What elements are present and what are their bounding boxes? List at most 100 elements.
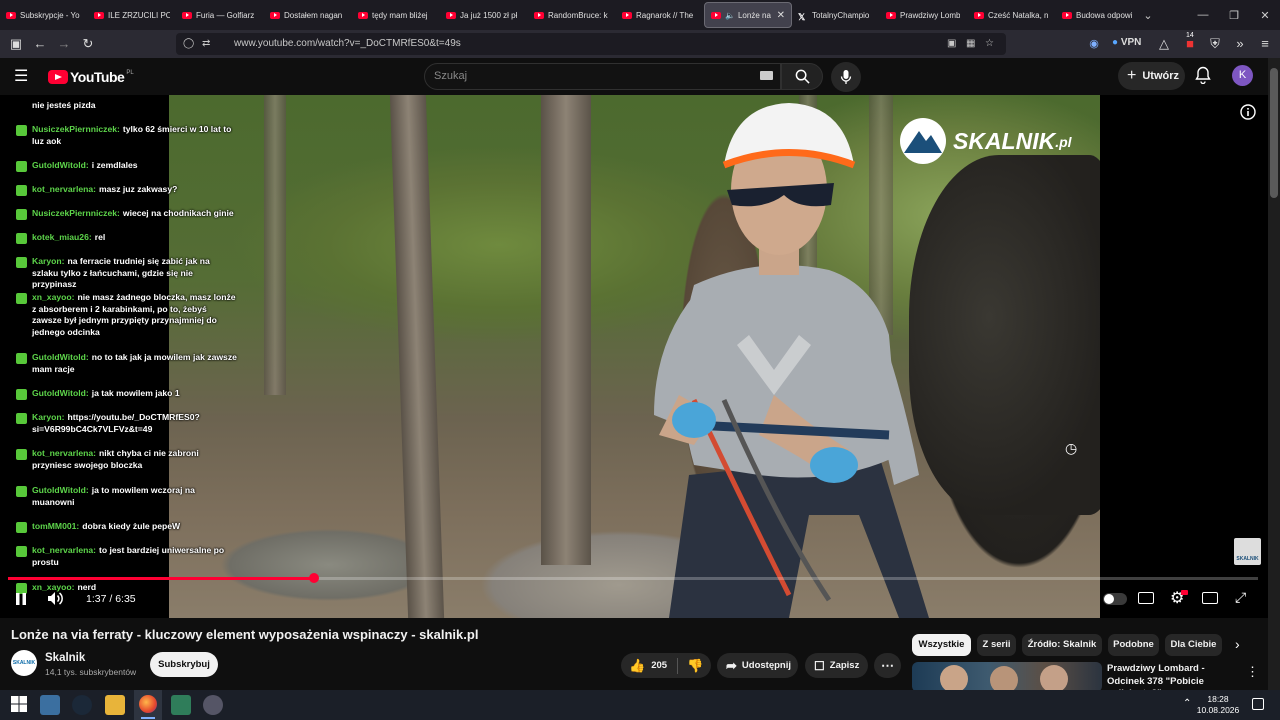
youtube-logo[interactable]: YouTube PL — [48, 69, 134, 85]
chip-related[interactable]: Podobne — [1108, 634, 1159, 656]
ublock-icon[interactable]: ⛨ — [1205, 34, 1225, 54]
channel-branding-watermark[interactable]: SKALNIK — [1234, 538, 1261, 565]
browser-tab[interactable]: 𝕏 TotalnyChampio — [792, 0, 880, 30]
fullscreen-icon[interactable]: ⤢ — [1235, 589, 1246, 606]
bookmark-star-icon[interactable]: ☆ — [985, 33, 994, 55]
create-button[interactable]: + Utwórz — [1118, 62, 1185, 90]
close-window-icon[interactable]: ✕ — [1249, 0, 1280, 30]
chip-for-you[interactable]: Dla Ciebie — [1165, 634, 1222, 656]
calculator-icon[interactable] — [171, 695, 191, 715]
hd-badge — [1181, 590, 1188, 595]
divider — [677, 657, 679, 674]
volume-icon[interactable] — [47, 591, 64, 609]
youtube-icon — [886, 11, 896, 19]
restore-icon[interactable]: ❐ — [1218, 0, 1250, 30]
youtube-icon — [711, 11, 721, 19]
scrollbar-thumb[interactable] — [1270, 68, 1278, 198]
browser-tab-strip: Subskrypcje - Yo ILE ZRZUCILI PO Furia —… — [0, 0, 1280, 30]
browser-tab[interactable]: Prawdziwy Lomb — [880, 0, 968, 30]
app-icon[interactable] — [203, 695, 223, 715]
browser-tab[interactable]: Ja już 1500 zł pł — [440, 0, 528, 30]
chip-all[interactable]: Wszystkie — [912, 634, 971, 656]
chevron-right-icon[interactable]: › — [1235, 636, 1240, 652]
video-player[interactable]: SKALNIK .pl ◷ SKALNIK nie jesteś pizda N… — [0, 95, 1268, 618]
taskbar-active-app[interactable] — [134, 690, 162, 720]
browser-tab[interactable]: Ragnarok // The — [616, 0, 704, 30]
voice-search-button[interactable] — [831, 62, 861, 92]
channel-name[interactable]: Skalnik — [45, 652, 85, 664]
tray-chevron-icon[interactable]: ⌃ — [1183, 698, 1191, 709]
recommendation-thumbnail[interactable] — [912, 662, 1102, 692]
search-input[interactable]: Szukaj — [424, 63, 781, 90]
browser-tab[interactable]: Subskrypcje - Yo — [0, 0, 88, 30]
privacy-shield-icon[interactable]: ◉ — [1084, 34, 1104, 54]
overflow-chevron-icon[interactable]: » — [1230, 34, 1250, 54]
subscribe-button[interactable]: Subskrybuj — [150, 652, 218, 677]
close-tab-icon[interactable]: ✕ — [777, 10, 785, 21]
url-bar[interactable]: ◯ ⇄ www.youtube.com/watch?v=_DoCTMRfES0&… — [176, 33, 1006, 55]
page-scrollbar[interactable] — [1268, 58, 1280, 690]
reader-icon[interactable]: ▦ — [966, 33, 975, 55]
browser-tab[interactable]: ILE ZRZUCILI PO — [88, 0, 176, 30]
dislike-thumb-icon[interactable]: 👎 — [687, 658, 703, 674]
progress-bar[interactable] — [8, 573, 1258, 583]
like-thumb-icon[interactable]: 👍 — [629, 658, 645, 674]
folder-icon[interactable] — [105, 695, 125, 715]
theater-mode-icon[interactable] — [1202, 592, 1218, 604]
chat-message: kot_nervarlena: masz juz zakwasy? — [16, 184, 238, 196]
steam-icon[interactable] — [72, 695, 92, 715]
chat-message: kotek_miau26: rel — [16, 232, 238, 244]
browser-tab-active[interactable]: 🔈 Lonże na ✕ — [704, 2, 792, 28]
notifications-icon[interactable] — [1252, 698, 1264, 710]
speaker-icon[interactable]: 🔈 — [725, 11, 735, 20]
chat-message: GutoldWitold: ja to mowilem wczoraj na mu… — [16, 485, 238, 508]
forward-icon[interactable]: → — [54, 34, 74, 54]
channel-avatar[interactable]: SKALNIK — [11, 650, 37, 676]
chat-badge-icon — [16, 389, 27, 400]
autoplay-toggle[interactable] — [1103, 593, 1127, 605]
reload-icon[interactable]: ↻ — [78, 34, 98, 54]
youtube-icon — [534, 11, 544, 19]
chat-message: tomMM001: dobra kiedy żule pepeW — [16, 521, 238, 533]
tab-list-chevron-icon[interactable]: ⌄ — [1132, 0, 1164, 30]
notifications-bell-icon[interactable] — [1195, 66, 1211, 89]
browser-tab[interactable]: Cześć Natalka, n — [968, 0, 1056, 30]
more-actions-icon[interactable]: ⋯ — [874, 653, 901, 678]
windows-taskbar: ⌃ 18:28 10.08.2026 — [0, 690, 1280, 720]
browser-tab[interactable]: Budowa odpowi — [1056, 0, 1144, 30]
taskbar-clock[interactable]: 18:28 10.08.2026 — [1196, 694, 1240, 716]
subtitles-icon[interactable] — [1138, 592, 1154, 604]
chip-series[interactable]: Z serii — [977, 634, 1016, 656]
recommendation-more-icon[interactable]: ⋮ — [1246, 664, 1259, 680]
chip-source[interactable]: Źródło: Skalnik — [1022, 634, 1102, 656]
url-text[interactable]: www.youtube.com/watch?v=_DoCTMRfES0&t=49… — [234, 33, 461, 55]
share-button[interactable]: ➦ Udostępnij — [717, 653, 798, 678]
extensions-icon[interactable]: △ — [1154, 34, 1174, 54]
browser-tab[interactable]: tędy mam bliżej — [352, 0, 440, 30]
vpn-button[interactable]: ● VPN — [1112, 37, 1141, 48]
permissions-icon[interactable]: ⇄ — [202, 33, 210, 55]
avatar[interactable]: K — [1232, 65, 1253, 86]
browser-tab[interactable]: Dostałem nagan — [264, 0, 352, 30]
minimize-icon[interactable]: — — [1187, 0, 1219, 30]
info-icon[interactable] — [1240, 104, 1256, 125]
miniplayer-icon[interactable]: ◷ — [1065, 440, 1077, 457]
browser-tab[interactable]: RandomBruce: k — [528, 0, 616, 30]
like-count[interactable]: 205 — [651, 660, 667, 671]
menu-icon[interactable]: ≡ — [1255, 34, 1275, 54]
search-button[interactable] — [781, 63, 823, 90]
pip-icon[interactable]: ▣ — [947, 33, 956, 55]
windows-start-icon[interactable] — [10, 695, 30, 715]
youtube-icon — [6, 11, 16, 19]
shield-icon[interactable]: ◯ — [183, 33, 194, 55]
youtube-icon — [358, 11, 368, 19]
keyboard-icon[interactable] — [760, 71, 773, 80]
back-icon[interactable]: ← — [30, 34, 50, 54]
youtube-icon — [622, 11, 632, 19]
hamburger-menu-icon[interactable]: ☰ — [14, 66, 28, 86]
explorer-icon[interactable] — [40, 695, 60, 715]
save-button[interactable]: ☐ Zapisz — [805, 653, 868, 678]
browser-tab[interactable]: Furia — Golfiarz — [176, 0, 264, 30]
sidebar-toggle-icon[interactable]: ▣ — [6, 34, 26, 54]
pause-icon[interactable] — [14, 592, 28, 609]
